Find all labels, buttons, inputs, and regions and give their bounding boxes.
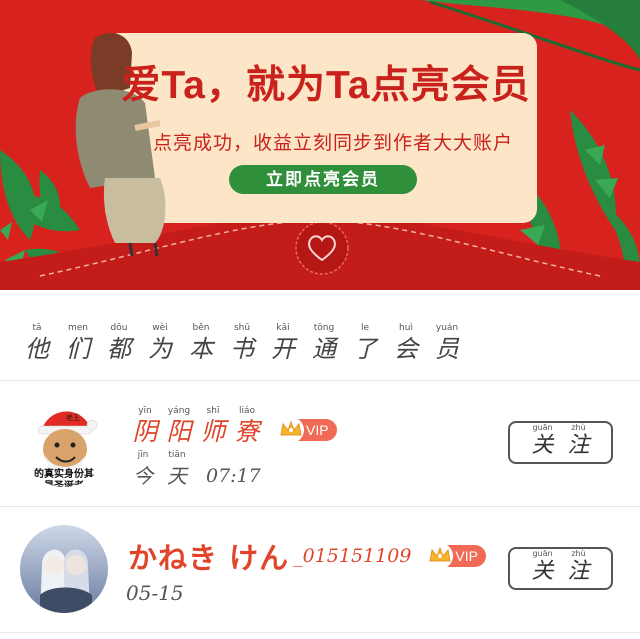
avatar-caption: 是圣诞老 xyxy=(44,481,84,487)
hanzi: 今 xyxy=(133,464,153,488)
hanzi: 开 xyxy=(271,335,295,363)
ruby-character: guān 关 xyxy=(529,549,557,585)
ruby-character: zhù 注 xyxy=(565,549,593,585)
pinyin: men xyxy=(67,323,88,333)
hanzi: 寮 xyxy=(234,417,260,446)
ruby-character: le 了 xyxy=(350,322,380,364)
divider xyxy=(0,632,640,633)
pinyin: le xyxy=(360,323,370,333)
avatar-hat-label: 老王 xyxy=(66,414,80,422)
ruby-character: běn 本 xyxy=(186,322,216,364)
ruby-character: huì 会 xyxy=(391,322,421,364)
ruby-character: men 们 xyxy=(63,322,93,364)
banner-subline: 点亮成功，收益立刻同步到作者大大账户 xyxy=(152,133,513,154)
hanzi: 本 xyxy=(189,335,213,363)
ruby-character: jīn 今 xyxy=(128,449,158,491)
members-section-title: tā 他 men 们 dōu 都 wèi 为 běn 本 shū 书 kāi 开 tōng 通 le 了 huì 会 y… xyxy=(22,322,462,364)
pinyin: zhù xyxy=(571,423,586,432)
hanzi: 了 xyxy=(353,335,377,363)
ruby-character: tiān 天 xyxy=(162,449,192,491)
time-day-label: jīn 今 tiān 天 xyxy=(128,449,192,491)
vip-label: VIP xyxy=(455,548,478,564)
pinyin: yáng xyxy=(167,406,191,416)
member-name-suffix: _015151109 xyxy=(293,545,412,567)
pinyin: yuán xyxy=(435,323,459,333)
vip-label: VIP xyxy=(306,422,329,438)
crown-icon xyxy=(427,543,454,569)
ruby-character: zhù 注 xyxy=(565,423,593,459)
pinyin: guān xyxy=(532,423,553,432)
member-name[interactable]: yīn 阴 yáng 阳 shī 师 liáo 寮 xyxy=(130,405,262,447)
vip-badge: VIP xyxy=(278,417,337,443)
follow-button[interactable]: guān 关 zhù 注 xyxy=(508,421,613,464)
pinyin: liáo xyxy=(238,406,256,416)
avatar[interactable] xyxy=(20,525,108,613)
member-promo-banner[interactable]: 爱Ta，就为Ta点亮会员 点亮成功，收益立刻同步到作者大大账户 立即点亮会员 xyxy=(0,0,640,290)
member-name[interactable]: かねき けん xyxy=(128,535,289,577)
hanzi: 关 xyxy=(531,433,554,458)
hanzi: 书 xyxy=(230,335,254,363)
hanzi: 师 xyxy=(200,417,226,446)
hanzi: 为 xyxy=(148,335,172,363)
ruby-character: yáng 阳 xyxy=(164,405,194,447)
hanzi: 阳 xyxy=(166,417,192,446)
ruby-character: dōu 都 xyxy=(104,322,134,364)
pinyin: dōu xyxy=(110,323,128,333)
pinyin: yīn xyxy=(138,406,152,416)
pinyin: jīn xyxy=(137,450,149,460)
ruby-character: yīn 阴 xyxy=(130,405,160,447)
ruby-character: tōng 通 xyxy=(309,322,339,364)
hanzi: 阴 xyxy=(132,417,158,446)
ruby-character: liáo 寮 xyxy=(232,405,262,447)
member-row[interactable]: かねき けん _015151109 VIP 05-15 guān 关 zhù 注 xyxy=(0,507,640,632)
time-text: 07:17 xyxy=(206,465,261,487)
pinyin: shī xyxy=(206,406,220,416)
member-join-date: 05-15 xyxy=(126,581,184,605)
hanzi: 注 xyxy=(567,433,590,458)
crown-icon xyxy=(278,417,304,443)
hanzi: 都 xyxy=(107,335,131,363)
ruby-character: shī 师 xyxy=(198,405,228,447)
ruby-character: tā 他 xyxy=(22,322,52,364)
ruby-character: guān 关 xyxy=(529,423,557,459)
hanzi: 通 xyxy=(312,335,336,363)
avatar[interactable]: 老王 的真实身份其 是圣诞老 xyxy=(20,399,108,487)
pinyin: běn xyxy=(192,323,210,333)
ruby-character: shū 书 xyxy=(227,322,257,364)
pinyin: zhù xyxy=(571,549,586,558)
pinyin: tā xyxy=(32,323,42,333)
ruby-character: wèi 为 xyxy=(145,322,175,364)
pinyin: wèi xyxy=(152,323,168,333)
pinyin: tōng xyxy=(313,323,335,333)
member-join-time: jīn 今 tiān 天 07:17 xyxy=(128,449,261,491)
ruby-character: kāi 开 xyxy=(268,322,298,364)
heart-seal-icon xyxy=(308,235,336,262)
pinyin: kāi xyxy=(276,323,290,333)
vip-badge: VIP xyxy=(427,543,486,569)
pinyin: guān xyxy=(532,549,553,558)
member-row[interactable]: 老王 的真实身份其 是圣诞老 yīn 阴 yáng 阳 shī 师 liáo 寮 VIP jī… xyxy=(0,381,640,506)
hanzi: 员 xyxy=(435,335,459,363)
hanzi: 们 xyxy=(66,335,90,363)
anime-characters-avatar-image xyxy=(20,525,108,613)
light-up-membership-button[interactable]: 立即点亮会员 xyxy=(229,165,417,194)
hanzi: 注 xyxy=(567,559,590,584)
follow-button[interactable]: guān 关 zhù 注 xyxy=(508,547,613,590)
hanzi: 关 xyxy=(531,559,554,584)
hanzi: 会 xyxy=(394,335,418,363)
ruby-character: yuán 员 xyxy=(432,322,462,364)
pinyin: tiān xyxy=(168,450,186,460)
pinyin: huì xyxy=(399,323,413,333)
hanzi: 他 xyxy=(25,335,49,363)
member-name-block: yīn 阴 yáng 阳 shī 师 liáo 寮 VIP xyxy=(130,405,337,447)
hanzi: 天 xyxy=(167,464,187,488)
banner-headline: 爱Ta，就为Ta点亮会员 xyxy=(121,64,531,107)
member-name-block: かねき けん _015151109 VIP xyxy=(128,535,486,577)
pinyin: shū xyxy=(233,323,251,333)
